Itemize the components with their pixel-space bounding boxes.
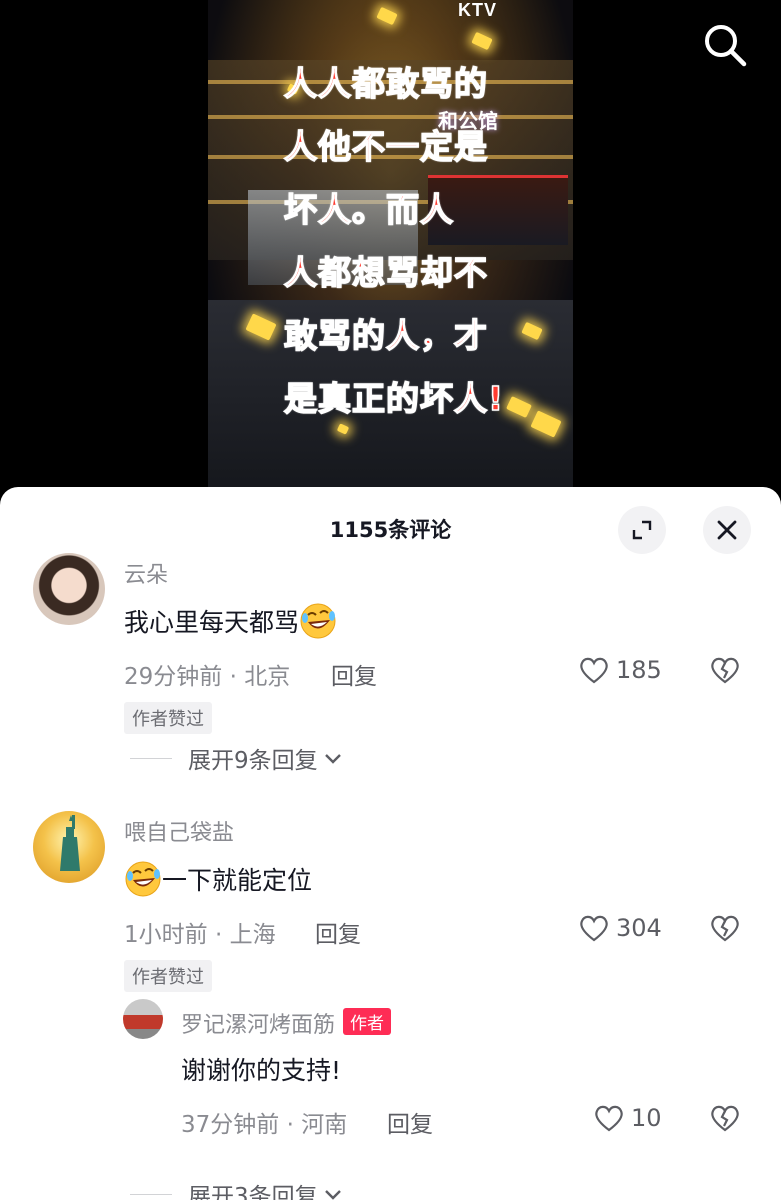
comment-text: 一下就能定位 (124, 860, 312, 898)
rolling-laughing-emoji-icon (300, 603, 336, 639)
dislike-button[interactable] (709, 912, 741, 948)
heart-icon (580, 657, 608, 684)
author-liked-badge: 作者赞过 (124, 702, 212, 734)
caption-line: 是真正的坏人! (283, 378, 505, 419)
video-frame[interactable]: KTV 和公馆 人人都敢骂的 人他不一定是 坏人。而人 人都想骂却不 敢骂的人，… (208, 0, 573, 492)
broken-heart-icon (711, 657, 739, 684)
like-count: 185 (616, 656, 662, 684)
dislike-button[interactable] (709, 654, 741, 690)
dislike-button[interactable] (709, 1102, 741, 1138)
comment-author[interactable]: 云朵 (124, 557, 168, 589)
comment-time-location: 29分钟前 · 北京 (124, 664, 291, 690)
heart-icon (595, 1105, 623, 1132)
search-icon (705, 25, 747, 67)
reply-author[interactable]: 罗记漯河烤面筋 作者 (181, 1007, 392, 1039)
divider-line (130, 757, 172, 759)
caption-line: 人人都敢骂的 (283, 63, 488, 104)
reply-button[interactable]: 回复 (315, 915, 361, 949)
like-button[interactable]: 304 (578, 912, 662, 944)
comment-text: 我心里每天都骂 (124, 602, 337, 640)
divider-line (130, 1193, 172, 1195)
author-liked-badge: 作者赞过 (124, 960, 212, 992)
reply-time-location: 37分钟前 · 河南 (181, 1112, 348, 1138)
expand-replies-label: 展开3条回复 (188, 1184, 318, 1200)
close-button[interactable] (703, 506, 751, 554)
video-player[interactable]: KTV 和公馆 人人都敢骂的 人他不一定是 坏人。而人 人都想骂却不 敢骂的人，… (0, 0, 781, 500)
statue-icon (60, 815, 80, 871)
caption-line: 敢骂的人，才 (283, 315, 488, 356)
sparkle (376, 6, 398, 26)
reply-text: 谢谢你的支持! (181, 1056, 342, 1085)
chevron-down-icon (324, 754, 341, 764)
broken-heart-icon (711, 1105, 739, 1132)
caption-line: 人都想骂却不 (283, 252, 488, 293)
avatar[interactable] (33, 811, 105, 883)
reply-button[interactable]: 回复 (387, 1105, 433, 1139)
like-button[interactable]: 185 (578, 654, 662, 686)
expand-replies-button[interactable]: 展开3条回复 (130, 1177, 344, 1200)
reply-author-name: 罗记漯河烤面筋 (181, 1013, 336, 1038)
expand-replies-button[interactable]: 展开9条回复 (130, 741, 344, 775)
sparkle (471, 31, 493, 51)
like-button[interactable]: 10 (593, 1102, 662, 1134)
comments-sheet: 1155条评论 云朵 我心里每天都骂 29分钟前 · 北京 回复 185 作者赞… (0, 487, 781, 1200)
video-caption: 人人都敢骂的 人他不一定是 坏人。而人 人都想骂却不 敢骂的人，才 是真正的坏人… (283, 52, 524, 430)
like-count: 10 (631, 1104, 662, 1132)
heart-icon (580, 915, 608, 942)
comment-author[interactable]: 喂自己袋盐 (124, 815, 234, 847)
author-tag-badge: 作者 (343, 1008, 392, 1035)
expand-icon (632, 520, 652, 540)
ktv-sign: KTV (458, 0, 497, 20)
caption-line: 坏人。而人 (283, 189, 454, 230)
like-count: 304 (616, 914, 662, 942)
broken-heart-icon (711, 915, 739, 942)
expand-replies-label: 展开9条回复 (188, 748, 318, 774)
comments-header: 1155条评论 (0, 487, 781, 573)
avatar[interactable] (33, 553, 105, 625)
reply-avatar[interactable] (123, 999, 163, 1039)
comment-text-content: 一下就能定位 (162, 866, 313, 895)
rolling-laughing-emoji-icon (125, 861, 161, 897)
chevron-down-icon (324, 1190, 341, 1200)
search-button[interactable] (700, 20, 750, 70)
expand-panel-button[interactable] (618, 506, 666, 554)
caption-line: 人他不一定是 (283, 126, 488, 167)
reply-button[interactable]: 回复 (331, 657, 377, 691)
comment-text-content: 我心里每天都骂 (124, 608, 300, 637)
comment-time-location: 1小时前 · 上海 (124, 922, 276, 948)
close-icon (717, 520, 737, 540)
